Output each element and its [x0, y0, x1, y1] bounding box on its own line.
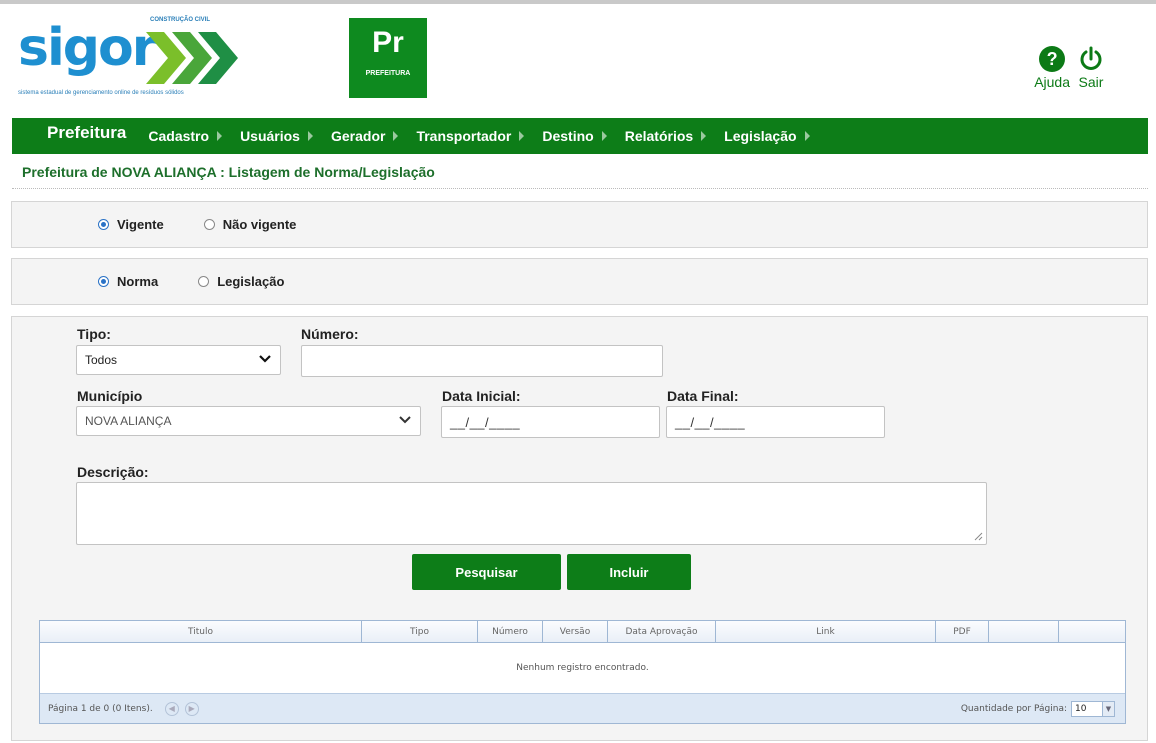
page-title: Prefeitura de NOVA ALIANÇA : Listagem de… — [22, 164, 435, 180]
menu-item-label: Transportador — [416, 128, 512, 144]
logout-label: Sair — [1078, 74, 1104, 90]
menu-item-label: Gerador — [330, 128, 386, 144]
numero-label: Número: — [301, 326, 359, 342]
menu-item-transportador[interactable]: Transportador — [416, 128, 534, 144]
radio-unchecked-icon — [198, 276, 210, 287]
prefeitura-badge: Pr PREFEITURA — [349, 18, 427, 98]
data-inicial-value: __/__/____ — [450, 414, 521, 430]
results-grid: Titulo Tipo Número Versão Data Aprovação… — [39, 620, 1126, 724]
tipo-label: Tipo: — [77, 326, 111, 342]
main-menu: Prefeitura Cadastro Usuários Gerador Tra… — [12, 118, 1148, 154]
menu-item-cadastro[interactable]: Cadastro — [148, 128, 232, 144]
tipo-select-value: Todos — [85, 353, 118, 367]
descricao-textarea[interactable] — [76, 482, 987, 545]
column-header-versao[interactable]: Versão — [543, 621, 608, 642]
dropdown-arrow-icon: ▼ — [1102, 702, 1114, 716]
data-final-value: __/__/____ — [675, 414, 746, 430]
radio-unchecked-icon — [203, 219, 215, 230]
type-filter-panel: Norma Legislação — [11, 258, 1148, 305]
badge-label: PREFEITURA — [365, 70, 411, 77]
tipo-select[interactable]: Todos — [76, 345, 281, 375]
radio-norma[interactable]: Norma — [98, 274, 158, 289]
submenu-arrow-icon — [307, 131, 313, 141]
menu-item-legislacao[interactable]: Legislação — [724, 128, 819, 144]
grid-header: Titulo Tipo Número Versão Data Aprovação… — [40, 621, 1125, 643]
data-final-label: Data Final: — [667, 388, 739, 404]
municipio-select[interactable]: NOVA ALIANÇA — [76, 406, 421, 436]
chevron-down-icon — [259, 355, 271, 363]
municipio-label: Município — [77, 388, 143, 404]
menu-item-label: Legislação — [724, 128, 797, 144]
municipio-select-value: NOVA ALIANÇA — [85, 414, 172, 428]
menu-item-usuarios[interactable]: Usuários — [240, 128, 323, 144]
radio-label: Legislação — [217, 274, 285, 289]
menu-item-label: Destino — [542, 128, 594, 144]
next-page-icon[interactable]: ▶ — [184, 701, 199, 716]
page-size-select[interactable]: 10 ▼ — [1071, 701, 1115, 717]
page-size-label: Quantidade por Página: — [960, 704, 1067, 714]
column-header-pdf[interactable]: PDF — [936, 621, 989, 642]
menu-item-label: Cadastro — [148, 128, 210, 144]
column-header-blank-1 — [989, 621, 1059, 642]
data-inicial-label: Data Inicial: — [442, 388, 521, 404]
chevron-down-icon — [399, 416, 411, 424]
status-filter-panel: Vigente Não vigente — [11, 201, 1148, 248]
divider — [12, 188, 1148, 189]
menu-item-relatorios[interactable]: Relatórios — [625, 128, 716, 144]
help-icon: ? — [1039, 46, 1066, 72]
radio-label: Não vigente — [222, 217, 297, 232]
menu-item-label: Usuários — [240, 128, 300, 144]
submenu-arrow-icon — [804, 131, 810, 141]
data-final-input[interactable]: __/__/____ — [666, 406, 885, 438]
grid-pager: Página 1 de 0 (0 Itens). ◀ ▶ Quantidade … — [40, 693, 1125, 723]
submenu-arrow-icon — [701, 131, 707, 141]
search-button[interactable]: Pesquisar — [412, 554, 561, 590]
prev-page-icon[interactable]: ◀ — [164, 701, 179, 716]
logo-subtitle: CONSTRUÇÃO CIVIL — [150, 17, 210, 23]
logo-tagline: sistema estadual de gerenciamento online… — [18, 90, 184, 96]
header: sigor CONSTRUÇÃO CIVIL sistema estadual … — [0, 8, 1156, 116]
radio-label: Norma — [117, 274, 159, 289]
column-header-link[interactable]: Link — [716, 621, 936, 642]
radio-legislacao[interactable]: Legislação — [198, 274, 284, 289]
submenu-arrow-icon — [601, 131, 607, 141]
submenu-arrow-icon — [217, 131, 223, 141]
pager-summary: Página 1 de 0 (0 Itens). — [48, 703, 153, 714]
menu-item-gerador[interactable]: Gerador — [331, 128, 408, 144]
menu-item-destino[interactable]: Destino — [542, 128, 616, 144]
menu-brand[interactable]: Prefeitura — [47, 123, 126, 143]
numero-input[interactable] — [301, 345, 663, 377]
add-button[interactable]: Incluir — [567, 554, 691, 590]
radio-checked-icon — [98, 276, 109, 287]
power-icon — [1078, 46, 1104, 72]
empty-message: Nenhum registro encontrado. — [516, 663, 649, 673]
column-header-numero[interactable]: Número — [478, 621, 543, 642]
radio-vigente[interactable]: Vigente — [98, 217, 164, 232]
column-header-tipo[interactable]: Tipo — [362, 621, 478, 642]
top-actions: ? Ajuda Sair — [1034, 46, 1104, 90]
badge-code: Pr — [372, 26, 404, 59]
descricao-label: Descrição: — [77, 464, 149, 480]
logo-arrows-icon — [146, 32, 238, 84]
page-size: Quantidade por Página: 10 ▼ — [961, 701, 1115, 717]
logout-button[interactable]: Sair — [1078, 46, 1104, 90]
radio-checked-icon — [98, 219, 109, 230]
sigor-logo[interactable]: sigor CONSTRUÇÃO CIVIL sistema estadual … — [18, 14, 248, 104]
logo-wordmark: sigor — [18, 18, 157, 78]
submenu-arrow-icon — [393, 131, 399, 141]
menu-item-label: Relatórios — [624, 128, 694, 144]
page-size-value: 10 — [1075, 704, 1087, 714]
data-inicial-input[interactable]: __/__/____ — [441, 406, 660, 438]
radio-label: Vigente — [117, 217, 164, 232]
column-header-data-aprovacao[interactable]: Data Aprovação — [608, 621, 716, 642]
help-button[interactable]: ? Ajuda — [1034, 46, 1070, 90]
help-label: Ajuda — [1034, 74, 1070, 90]
radio-nao-vigente[interactable]: Não vigente — [203, 217, 297, 232]
submenu-arrow-icon — [519, 131, 525, 141]
column-header-titulo[interactable]: Titulo — [40, 621, 362, 642]
column-header-blank-2 — [1059, 621, 1125, 642]
resize-handle-icon[interactable] — [974, 532, 983, 541]
